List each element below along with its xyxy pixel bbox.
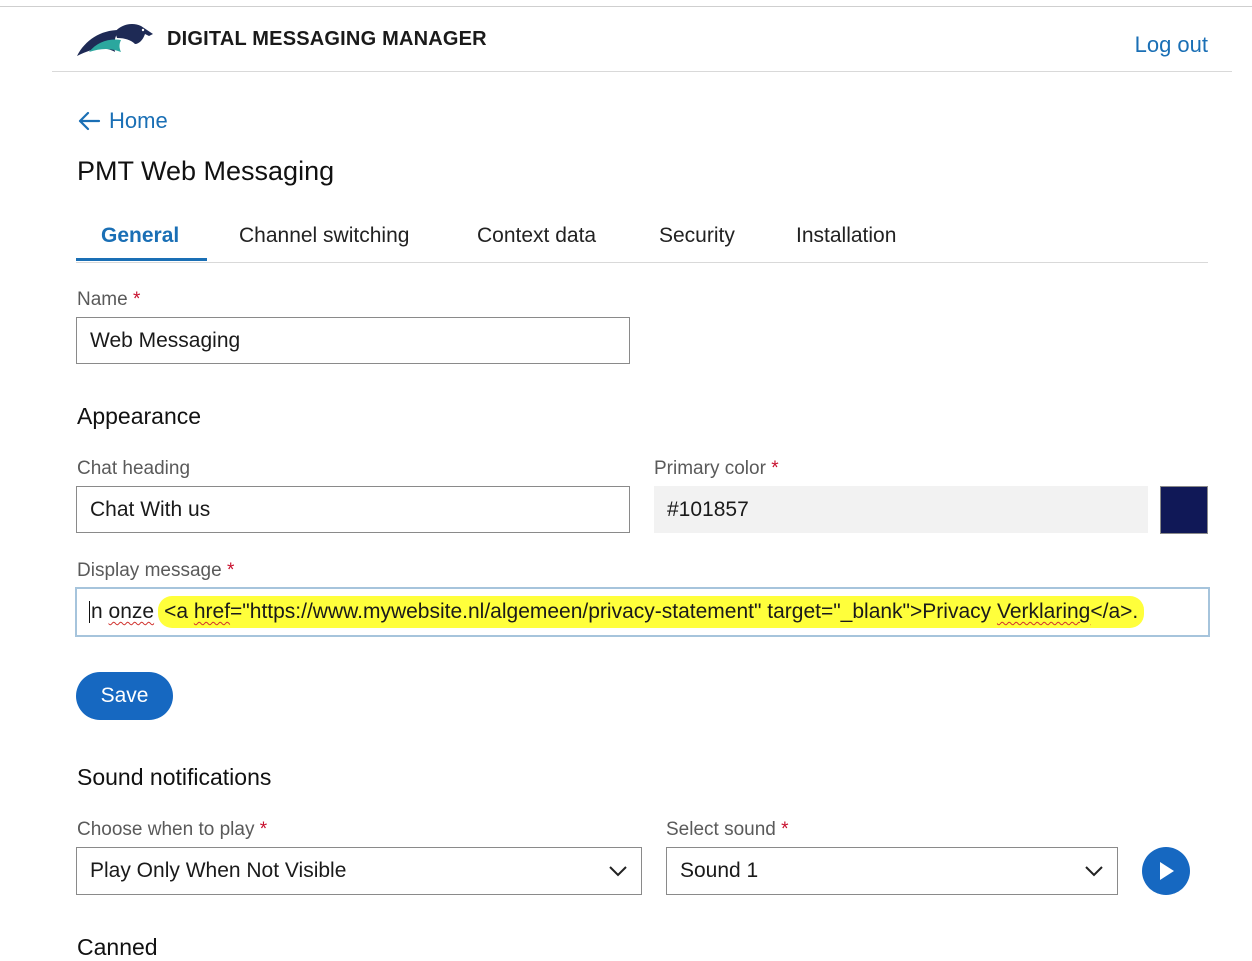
primary-color-label: Primary color * <box>654 458 779 480</box>
name-label-text: Name <box>77 289 128 310</box>
tab-context-data[interactable]: Context data <box>477 224 596 248</box>
display-message-text: </a>. <box>1090 600 1139 623</box>
sound-notifications-heading: Sound notifications <box>77 764 272 790</box>
name-label: Name * <box>77 289 140 311</box>
chevron-down-icon <box>1085 866 1103 877</box>
required-marker: * <box>771 458 779 479</box>
required-marker: * <box>781 819 789 840</box>
arrow-left-icon <box>78 111 101 131</box>
primary-color-input[interactable]: #101857 <box>654 486 1148 533</box>
name-input[interactable]: Web Messaging <box>76 317 630 364</box>
display-message-input[interactable]: n onze <a href="https://www.mywebsite.nl… <box>75 587 1210 637</box>
back-link-home[interactable]: Home <box>77 108 168 134</box>
text-highlight: <a href="https://www.mywebsite.nl/algeme… <box>158 596 1145 628</box>
select-sound-select[interactable]: Sound 1 <box>666 847 1118 895</box>
tab-general[interactable]: General <box>101 224 179 248</box>
horse-logo-icon <box>77 24 153 56</box>
chat-heading-label-text: Chat heading <box>77 458 191 479</box>
name-input-value: Web Messaging <box>90 328 241 352</box>
tab-security[interactable]: Security <box>659 224 735 248</box>
appearance-heading: Appearance <box>77 403 202 429</box>
required-marker: * <box>132 289 141 310</box>
required-marker: * <box>259 819 268 840</box>
display-message-text: onze <box>108 600 155 623</box>
display-message-text: href <box>193 600 231 623</box>
select-sound-label: Select sound * <box>666 819 789 841</box>
chat-heading-input[interactable]: Chat With us <box>76 486 630 533</box>
color-swatch-button[interactable] <box>1160 486 1208 534</box>
when-to-play-select[interactable]: Play Only When Not Visible <box>76 847 642 895</box>
display-message-text: <a <box>164 600 194 623</box>
chat-heading-label: Chat heading <box>77 458 190 480</box>
play-sound-button[interactable] <box>1142 847 1190 895</box>
display-message-label-text: Display message <box>77 560 222 581</box>
when-to-play-label: Choose when to play * <box>77 819 267 841</box>
required-marker: * <box>226 560 235 581</box>
select-sound-label-text: Select sound <box>666 819 776 840</box>
logout-link[interactable]: Log out <box>1135 32 1208 58</box>
primary-color-value: #101857 <box>667 497 749 521</box>
chevron-down-icon <box>609 866 627 877</box>
when-to-play-label-text: Choose when to play <box>77 819 255 840</box>
tab-installation[interactable]: Installation <box>796 224 896 248</box>
primary-color-label-text: Primary color <box>654 458 766 479</box>
app-title: DIGITAL MESSAGING MANAGER <box>167 28 487 50</box>
page-title: PMT Web Messaging <box>77 156 335 186</box>
display-message-text: n <box>91 600 103 623</box>
top-border <box>0 6 1252 7</box>
select-sound-value: Sound 1 <box>680 859 759 882</box>
text-cursor <box>89 601 90 623</box>
tab-bar: General Channel switching Context data S… <box>76 214 1208 263</box>
back-link-label: Home <box>109 108 168 133</box>
chat-heading-value: Chat With us <box>90 497 211 521</box>
app-header: DIGITAL MESSAGING MANAGER Log out <box>52 8 1232 72</box>
display-message-label: Display message * <box>77 560 234 582</box>
save-button[interactable]: Save <box>76 672 173 720</box>
active-tab-indicator <box>76 258 207 261</box>
when-to-play-value: Play Only When Not Visible <box>90 859 347 882</box>
play-icon <box>1160 862 1174 880</box>
tab-channel-switching[interactable]: Channel switching <box>239 224 409 248</box>
display-message-text: ="https://www.mywebsite.nl/algemeen/priv… <box>230 600 997 623</box>
display-message-text: Verklaring <box>996 600 1091 623</box>
